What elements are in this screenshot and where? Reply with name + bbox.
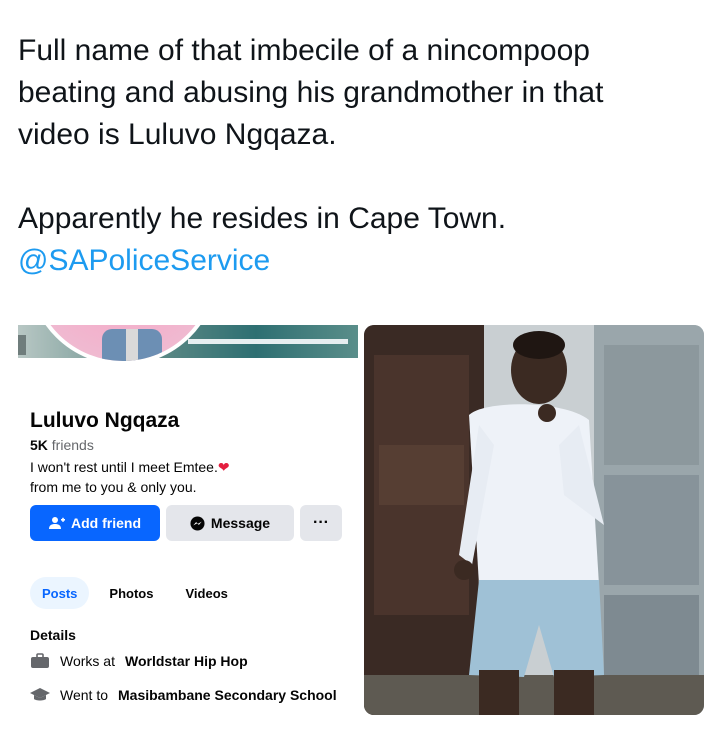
message-button[interactable]: Message [166,505,294,541]
add-friend-label: Add friend [71,515,141,531]
mention-link[interactable]: @SAPoliceService [18,240,698,282]
tweet-line: beating and abusing his grandmother in t… [18,76,604,109]
tweet-text: Full name of that imbecile of a nincompo… [18,30,698,282]
school-place[interactable]: Masibambane Secondary School [118,687,337,703]
profile-tabs: Posts Photos Videos [30,577,240,609]
more-options-button[interactable]: ··· [300,505,342,541]
profile-photo[interactable] [364,325,704,715]
profile-name: Luluvo Ngqaza [30,409,180,432]
tweet-line: Apparently he resides in Cape Town. [18,202,507,235]
profile-bio: I won't rest until I meet Emtee.❤ from m… [30,457,350,497]
bio-line: I won't rest until I meet Emtee. [30,459,218,475]
message-label: Message [210,515,271,531]
work-prefix: Works at [60,653,115,669]
avatar-person [102,329,162,361]
graduation-cap-icon [30,688,50,701]
work-place[interactable]: Worldstar Hip Hop [125,653,248,669]
bio-line: from me to you & only you. [30,479,197,495]
friends-count[interactable]: 5K friends [30,437,94,453]
details-heading: Details [30,627,76,643]
add-friend-icon [49,517,65,529]
work-detail: Works at Worldstar Hip Hop [30,653,248,669]
tab-videos[interactable]: Videos [173,577,239,609]
tab-posts[interactable]: Posts [30,577,90,609]
tab-photos[interactable]: Photos [97,577,165,609]
messenger-icon [190,515,205,531]
friends-label: friends [51,437,94,453]
tweet-line: video is Luluvo Ngqaza. [18,118,337,151]
friends-number: 5K [30,437,48,453]
heart-icon: ❤ [217,459,230,475]
cover-detail [18,335,26,355]
briefcase-icon [31,653,49,668]
tweet-line: Full name of that imbecile of a nincompo… [18,34,590,67]
add-friend-button[interactable]: Add friend [30,505,160,541]
photo-scene [364,325,704,715]
school-prefix: Went to [60,687,108,703]
school-detail: Went to Masibambane Secondary School [30,687,337,703]
facebook-profile-card: Luluvo Ngqaza 5K friends I won't rest un… [18,325,358,715]
more-icon: ··· [313,514,329,531]
cover-detail [188,339,348,344]
